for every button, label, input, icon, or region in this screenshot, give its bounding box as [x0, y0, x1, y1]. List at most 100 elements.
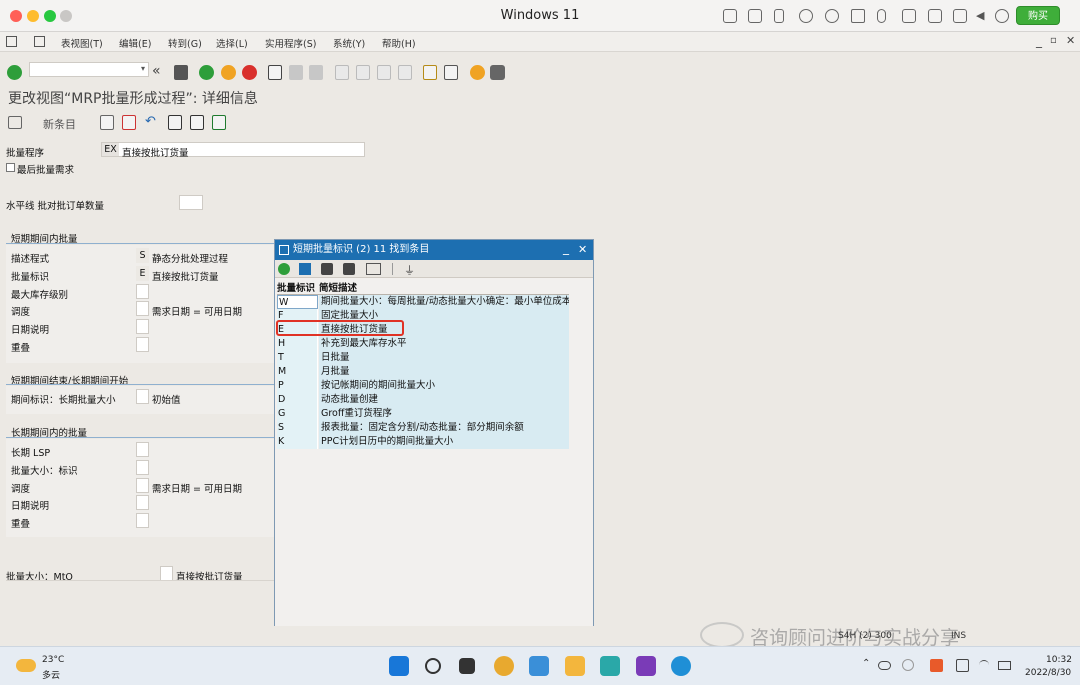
next-page-icon[interactable] [377, 65, 391, 80]
table-row[interactable]: K PPC计划日历中的期间批量大小 [277, 435, 569, 449]
print-icon[interactable] [366, 263, 381, 275]
last-page-icon[interactable] [398, 65, 412, 80]
table-row[interactable]: S 报表批量：固定含分割/动态批量：部分期间余额 [277, 421, 569, 435]
table-row[interactable]: H 补充到最大库存水平 [277, 337, 569, 351]
table-row[interactable]: W 期间批量大小：每周批量/动态批量大小确定：最小单位成本 [277, 295, 569, 309]
find-next-icon[interactable] [309, 65, 323, 80]
weather-icon[interactable] [16, 659, 36, 672]
long-lot-size-field[interactable] [136, 460, 149, 475]
double-chevron-left-icon[interactable]: « [152, 63, 161, 79]
column-header-description[interactable]: 简短描述 [319, 280, 357, 294]
next-entry-icon[interactable] [190, 115, 204, 130]
previous-page-icon[interactable] [356, 65, 370, 80]
cancel-selection-icon[interactable] [299, 263, 311, 275]
back-icon[interactable] [199, 65, 214, 80]
long-lsp-field[interactable] [136, 442, 149, 457]
notepad-app-icon[interactable] [529, 656, 549, 676]
horizon-field[interactable] [179, 195, 203, 210]
save-icon[interactable] [174, 65, 188, 80]
menu-utilities[interactable]: 实用程序(S) [265, 36, 316, 50]
clock-date[interactable]: 2022/8/30 [1025, 668, 1071, 678]
settings-gear-icon[interactable] [490, 65, 505, 80]
teal-app-icon[interactable] [600, 656, 620, 676]
help-icon[interactable] [470, 65, 485, 80]
keyboard-tray-icon[interactable] [956, 659, 969, 672]
table-row[interactable]: G Groff重订货程序 [277, 407, 569, 421]
weather-text[interactable]: 多云 [42, 668, 60, 681]
shortcut-icon[interactable] [444, 65, 458, 80]
undo-icon[interactable]: ↶ [145, 114, 156, 129]
layout-menu-icon[interactable] [34, 36, 45, 47]
onenote-icon[interactable] [636, 656, 656, 676]
printer-icon[interactable] [902, 9, 916, 23]
temperature[interactable]: 23°C [42, 655, 64, 665]
last-lot-checkbox[interactable] [6, 163, 15, 172]
cloud-icon[interactable] [878, 661, 891, 670]
create-session-icon[interactable] [423, 65, 437, 80]
cpu-icon[interactable] [748, 9, 762, 23]
colorful-app-icon[interactable] [494, 656, 514, 676]
print-icon[interactable] [268, 65, 282, 80]
microphone-icon[interactable] [877, 9, 886, 23]
menu-edit[interactable]: 编辑(E) [119, 36, 151, 50]
mto-field[interactable] [160, 566, 173, 581]
menu-system[interactable]: 系统(Y) [333, 36, 365, 50]
buy-button[interactable]: 购买 [1016, 6, 1060, 25]
exit-icon[interactable] [221, 65, 236, 80]
table-row[interactable]: P 按记帐期间的期间批量大小 [277, 379, 569, 393]
previous-entry-icon[interactable] [168, 115, 182, 130]
max-stock-field[interactable] [136, 284, 149, 299]
sap-menu-icon[interactable] [6, 36, 17, 47]
menu-goto[interactable]: 转到(G) [168, 36, 202, 50]
menu-selection[interactable]: 选择(L) [216, 36, 248, 50]
table-row[interactable]: M 月批量 [277, 365, 569, 379]
display-change-icon[interactable] [8, 116, 22, 129]
disc-icon[interactable] [799, 9, 813, 23]
menu-table-view[interactable]: 表视图(T) [61, 36, 103, 50]
speaker-icon[interactable] [998, 661, 1011, 670]
menu-help[interactable]: 帮助(H) [382, 36, 416, 50]
start-icon[interactable] [389, 656, 409, 676]
wifi-icon[interactable] [979, 660, 989, 670]
gear-icon[interactable] [995, 9, 1009, 23]
table-row[interactable]: T 日批量 [277, 351, 569, 365]
edge-icon[interactable] [671, 656, 691, 676]
short-row-code[interactable]: S [136, 248, 149, 263]
task-view-icon[interactable] [459, 658, 475, 674]
confirm-icon[interactable] [278, 263, 290, 275]
delete-icon[interactable] [122, 115, 136, 130]
minimize-icon[interactable]: _ [1036, 34, 1042, 48]
file-explorer-icon[interactable] [565, 656, 585, 676]
globe-icon[interactable] [825, 9, 839, 23]
table-row[interactable]: D 动态批量创建 [277, 393, 569, 407]
security-icon[interactable] [902, 659, 914, 671]
find-next-icon[interactable] [343, 263, 355, 275]
share-icon[interactable] [953, 9, 967, 23]
back-arrow-icon[interactable]: ◀ [976, 9, 984, 22]
close-icon[interactable]: ✕ [1066, 34, 1075, 47]
clock-time[interactable]: 10:32 [1046, 655, 1072, 665]
cancel-icon[interactable] [242, 65, 257, 80]
find-icon[interactable] [289, 65, 303, 80]
select-all-icon[interactable] [212, 115, 226, 130]
restore-icon[interactable]: ▫ [1050, 35, 1057, 46]
popup-minimize-icon[interactable]: _ [563, 238, 569, 258]
camera-icon[interactable] [928, 9, 942, 23]
scheduling-field[interactable] [136, 301, 149, 316]
usb-icon[interactable] [774, 9, 784, 23]
app-tray-icon[interactable] [930, 659, 943, 672]
long-date-spec-field[interactable] [136, 495, 149, 510]
date-spec-field[interactable] [136, 319, 149, 334]
keyboard-icon[interactable] [723, 9, 737, 23]
enter-icon[interactable] [7, 65, 22, 80]
period-field[interactable] [136, 389, 149, 404]
find-icon[interactable] [321, 263, 333, 275]
copy-as-icon[interactable] [100, 115, 114, 130]
overlap-field[interactable] [136, 337, 149, 352]
column-header-key[interactable]: 批量标识 [277, 280, 315, 294]
search-icon[interactable] [425, 658, 441, 674]
command-field[interactable]: ▾ [29, 62, 149, 77]
long-scheduling-field[interactable] [136, 478, 149, 493]
short-row-code[interactable]: E [136, 266, 149, 281]
new-entries-button[interactable]: 新条目 [43, 116, 76, 132]
